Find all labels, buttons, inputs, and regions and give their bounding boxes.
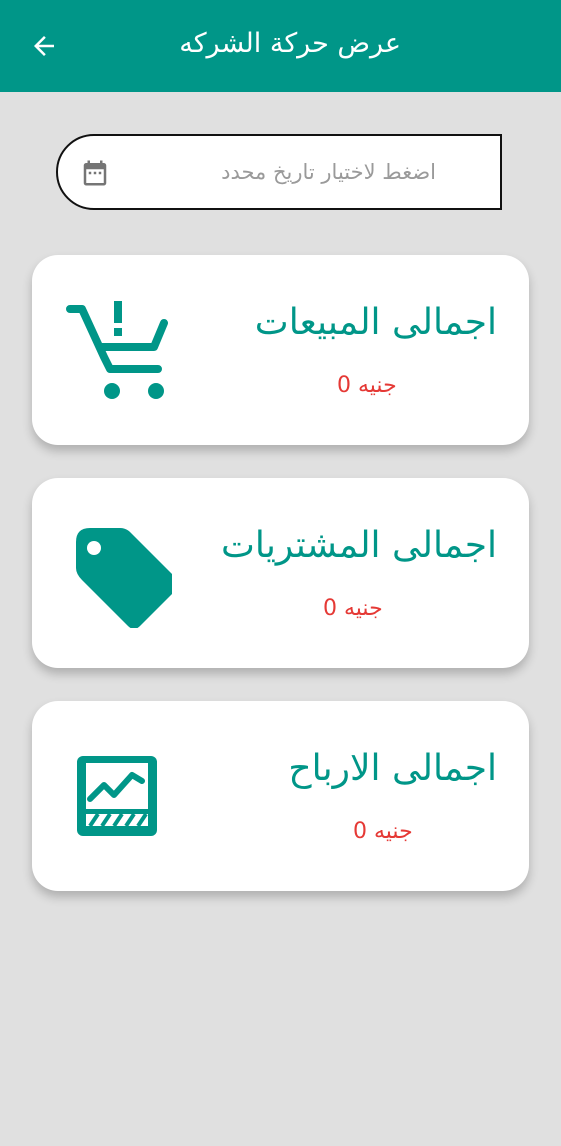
total-purchases-amount: جنيه 0 [323, 596, 383, 621]
page-title: عرض حركة الشركه [179, 28, 401, 59]
shopping-cart-icon [66, 301, 168, 399]
total-profits-card[interactable]: اجمالى الارباح جنيه 0 [32, 701, 529, 891]
total-sales-amount: جنيه 0 [337, 373, 397, 398]
tag-icon [76, 528, 172, 628]
app-bar: عرض حركة الشركه [0, 0, 561, 92]
profit-chart-icon [77, 756, 157, 836]
total-sales-title: اجمالى المبيعات [254, 302, 497, 343]
calendar-icon [83, 160, 107, 186]
back-button[interactable] [22, 24, 66, 68]
total-sales-card[interactable]: اجمالى المبيعات جنيه 0 [32, 255, 529, 445]
total-profits-title: اجمالى الارباح [288, 748, 497, 789]
arrow-back-icon [34, 36, 54, 56]
date-picker-field[interactable]: اضغط لاختيار تاريخ محدد [56, 134, 502, 210]
total-purchases-title: اجمالى المشتريات [221, 525, 497, 566]
total-profits-amount: جنيه 0 [353, 819, 413, 844]
date-picker-placeholder: اضغط لاختيار تاريخ محدد [221, 160, 436, 184]
total-purchases-card[interactable]: اجمالى المشتريات جنيه 0 [32, 478, 529, 668]
